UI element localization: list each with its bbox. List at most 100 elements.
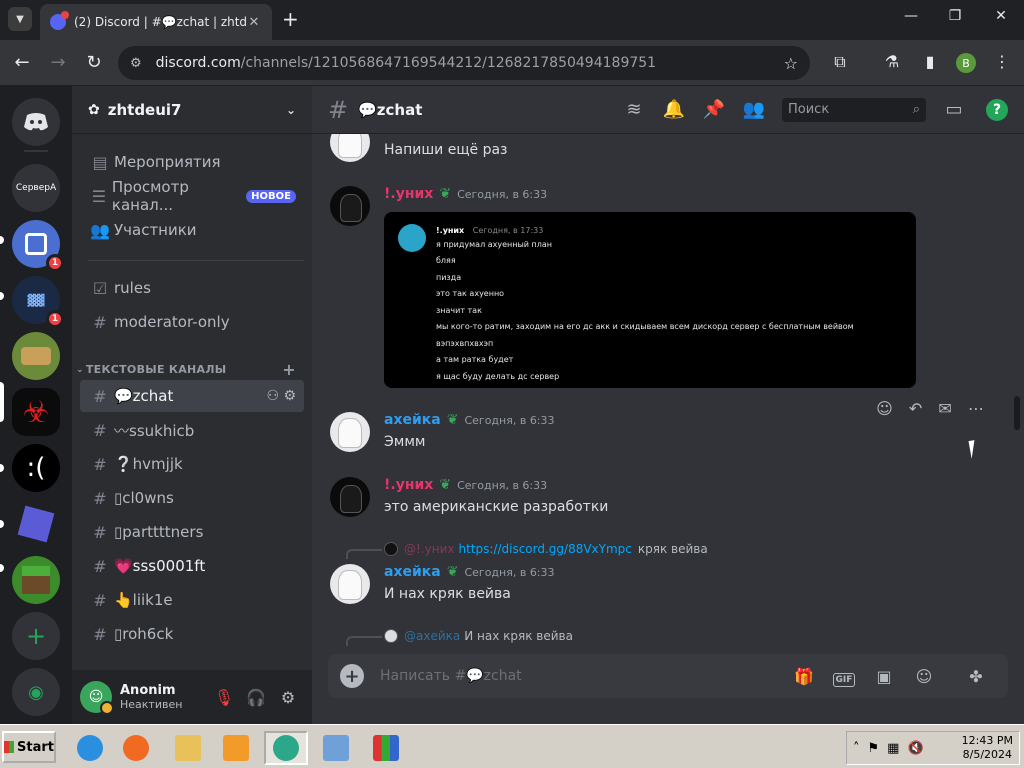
restore-button[interactable]: ❐ bbox=[940, 8, 970, 24]
gift-icon[interactable]: 🎁 bbox=[784, 667, 824, 686]
avatar[interactable]: ☺ bbox=[80, 681, 114, 715]
channel-roh6ck[interactable]: # ▯roh6ck bbox=[80, 618, 304, 650]
channel-liik1e[interactable]: # 👆liik1e bbox=[80, 584, 304, 616]
channel-ssukhicb[interactable]: # 〰ssukhicb bbox=[80, 414, 304, 446]
channel-cl0wns[interactable]: # ▯cl0wns bbox=[80, 482, 304, 514]
channel-rules[interactable]: ☑ rules bbox=[80, 272, 304, 304]
firefox-icon[interactable] bbox=[114, 731, 158, 765]
control-panel-icon[interactable] bbox=[314, 731, 358, 765]
channel-hvmjjk[interactable]: # ❔hvmjjk bbox=[80, 448, 304, 480]
reply-preview[interactable]: @!.уних https://discord.gg/88VxYmpc кряк… bbox=[384, 542, 708, 556]
sidebar-item-members[interactable]: 👥 Участники bbox=[80, 214, 304, 246]
sticker-icon[interactable]: ▣ bbox=[864, 667, 904, 686]
attached-image[interactable]: !.уних Сегодня, в 17:33 я придумал ахуен… bbox=[384, 212, 916, 388]
discord-home-button[interactable] bbox=[12, 98, 60, 146]
help-icon[interactable]: ? bbox=[986, 98, 1008, 121]
avatar[interactable] bbox=[330, 477, 370, 517]
site-info-icon[interactable]: ⚙ bbox=[130, 56, 142, 71]
reply-link[interactable]: https://discord.gg/88VxYmpc bbox=[458, 542, 631, 556]
sidebar-item-events[interactable]: ▤ Мероприятия bbox=[80, 146, 304, 178]
show-hidden-icons-icon[interactable]: ˄ bbox=[853, 741, 860, 756]
reply-preview[interactable]: @ахейка И нах кряк вейва bbox=[384, 629, 573, 643]
extensions-icon[interactable]: ⧉ bbox=[828, 52, 852, 72]
threads-icon[interactable]: ≋ bbox=[614, 99, 654, 120]
profile-avatar[interactable]: B bbox=[956, 53, 976, 73]
message-timestamp: Сегодня, в 6:33 bbox=[464, 565, 555, 579]
clock[interactable]: 12:43 PM 8/5/2024 bbox=[962, 734, 1013, 762]
upload-plus-button[interactable]: + bbox=[340, 664, 364, 688]
unread-pip bbox=[0, 292, 4, 300]
server-icon-servera[interactable]: СерверА bbox=[12, 164, 60, 212]
media-player-icon[interactable] bbox=[214, 731, 258, 765]
chrome-taskbar-icon[interactable] bbox=[264, 731, 308, 765]
volume-muted-icon[interactable]: 🔇 bbox=[907, 741, 923, 756]
server-icon-minecraft[interactable] bbox=[12, 556, 60, 604]
folder-icon[interactable] bbox=[166, 731, 210, 765]
message-input[interactable]: Написать #💬zchat bbox=[380, 668, 784, 684]
server-icon-roblox[interactable] bbox=[12, 500, 60, 548]
message-author[interactable]: ахейка bbox=[384, 412, 441, 428]
channel-parttttners[interactable]: # ▯parttttners bbox=[80, 516, 304, 548]
reply-text: И нах кряк вейва bbox=[464, 629, 573, 643]
user-info[interactable]: Anonim Неактивен bbox=[120, 683, 182, 711]
new-badge: НОВОЕ bbox=[246, 189, 296, 203]
emoji-icon[interactable]: ☺ bbox=[904, 667, 944, 686]
pin-icon[interactable]: 📌 bbox=[694, 99, 734, 120]
new-tab-button[interactable]: + bbox=[282, 8, 299, 30]
channel-sss0001ft[interactable]: # 💗sss0001ft bbox=[80, 550, 304, 582]
embedded-line: мы кого-то ратим, заходим на его дс акк … bbox=[436, 322, 854, 331]
category-text-channels[interactable]: ⌄ ТЕКСТОВЫЕ КАНАЛЫ + bbox=[76, 360, 308, 379]
sidebar-item-browse-channels[interactable]: ☰ Просмотр канал... НОВОЕ bbox=[80, 178, 304, 214]
create-channel-icon[interactable]: + bbox=[282, 360, 296, 379]
tab-search-button[interactable]: ▼ bbox=[8, 7, 32, 31]
reply-text: кряк вейва bbox=[637, 542, 708, 556]
gif-button[interactable]: GIF bbox=[824, 667, 864, 687]
channel-settings-icons[interactable]: ⚇ ⚙ bbox=[266, 388, 296, 404]
winrar-icon[interactable] bbox=[364, 731, 408, 765]
tab-close-icon[interactable]: ✕ bbox=[246, 15, 262, 30]
server-icon-3[interactable]: ▓▓ 1 bbox=[12, 276, 64, 328]
headphones-icon[interactable]: 🎧 bbox=[240, 688, 272, 707]
reload-button[interactable]: ↻ bbox=[82, 52, 106, 73]
member-list-icon[interactable]: 👥 bbox=[734, 99, 774, 120]
back-button[interactable]: ← bbox=[10, 52, 34, 73]
server-icon-2[interactable]: 1 bbox=[12, 220, 64, 272]
labs-flask-icon[interactable]: ⚗ bbox=[880, 52, 904, 71]
browser-tab[interactable]: (2) Discord | #💬zchat | zhtdeui7 ✕ bbox=[40, 4, 272, 40]
settings-gear-icon[interactable]: ⚙ bbox=[272, 688, 304, 707]
minimize-button[interactable]: — bbox=[896, 8, 926, 24]
avatar[interactable] bbox=[330, 412, 370, 452]
message-author[interactable]: !.уних bbox=[384, 477, 433, 493]
forward-button[interactable]: → bbox=[46, 52, 70, 73]
bell-icon[interactable]: 🔔 bbox=[654, 99, 694, 120]
close-window-button[interactable]: ✕ bbox=[986, 8, 1016, 24]
bookmark-star-icon[interactable]: ☆ bbox=[784, 54, 798, 73]
server-header[interactable]: ✿ zhtdeui7 ⌄ bbox=[72, 86, 312, 134]
address-bar[interactable]: ⚙ discord.com /channels/1210568647169544… bbox=[118, 46, 810, 80]
avatar[interactable] bbox=[330, 186, 370, 226]
search-input[interactable]: Поиск ⌕ bbox=[782, 97, 926, 122]
start-button[interactable]: Start bbox=[2, 731, 56, 763]
chat-scrollbar[interactable] bbox=[1014, 396, 1020, 430]
internet-explorer-icon[interactable] bbox=[68, 731, 112, 765]
side-panel-icon[interactable]: ▮ bbox=[918, 52, 942, 71]
message-author[interactable]: !.уних bbox=[384, 186, 433, 202]
server-icon-4[interactable] bbox=[12, 332, 60, 380]
discord-app: СерверА 1 ▓▓ 1 ☣ :( + ◉ ✿ zhtdeui7 ⌄ ▤ М… bbox=[0, 86, 1024, 724]
channel-zchat[interactable]: # 💬zchat ⚇ ⚙ bbox=[80, 380, 304, 412]
hash-icon: # bbox=[328, 95, 349, 124]
explore-servers-button[interactable]: ◉ bbox=[12, 668, 60, 716]
apps-icon[interactable]: ✤ bbox=[956, 667, 996, 686]
embedded-author: !.уних bbox=[436, 226, 465, 235]
add-server-button[interactable]: + bbox=[12, 612, 60, 660]
message-author[interactable]: ахейка bbox=[384, 564, 441, 580]
inbox-icon[interactable]: ▭ bbox=[934, 99, 974, 120]
server-icon-biohazard[interactable]: ☣ bbox=[12, 388, 60, 436]
server-icon-sad[interactable]: :( bbox=[12, 444, 60, 492]
channel-moderator-only[interactable]: # moderator-only bbox=[80, 306, 304, 338]
mute-mic-icon[interactable]: 🎙 bbox=[208, 688, 240, 707]
network-icon[interactable]: ▦ bbox=[887, 741, 899, 756]
browser-menu-icon[interactable]: ⋮ bbox=[990, 52, 1014, 71]
avatar[interactable] bbox=[330, 564, 370, 604]
flag-icon[interactable]: ⚑ bbox=[868, 741, 880, 756]
